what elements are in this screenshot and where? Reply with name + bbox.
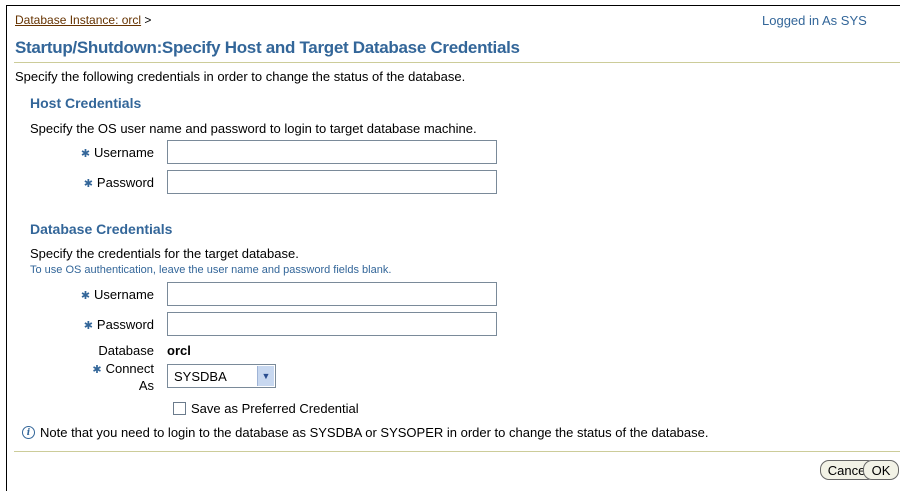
host-password-input[interactable]: [167, 170, 497, 194]
status-change-note: Note that you need to login to the datab…: [40, 425, 709, 440]
breadcrumb-separator: >: [144, 13, 152, 27]
host-password-label: ✱ Password: [83, 175, 154, 190]
host-username-label: ✱ Username: [80, 145, 154, 160]
chevron-down-icon[interactable]: ▼: [257, 366, 274, 386]
os-authentication-tip: To use OS authentication, leave the user…: [30, 264, 392, 276]
required-icon: ✱: [92, 364, 102, 376]
page-title: Startup/Shutdown:Specify Host and Target…: [15, 38, 520, 57]
host-username-input[interactable]: [167, 140, 497, 164]
db-username-input[interactable]: [167, 282, 497, 306]
host-credentials-heading: Host Credentials: [30, 95, 142, 111]
required-icon: ✱: [83, 178, 93, 190]
breadcrumb: Database Instance: orcl >: [15, 13, 151, 27]
info-icon: i: [22, 426, 35, 439]
required-icon: ✱: [80, 148, 91, 160]
required-icon: ✱: [80, 290, 91, 302]
db-password-input[interactable]: [167, 312, 497, 336]
database-value: orcl: [167, 343, 191, 358]
footer-divider: [14, 451, 900, 452]
database-credentials-description: Specify the credentials for the target d…: [30, 246, 299, 261]
host-credentials-description: Specify the OS user name and password to…: [30, 121, 477, 136]
page-intro: Specify the following credentials in ord…: [15, 69, 466, 84]
db-username-label: ✱ Username: [80, 287, 154, 302]
connect-as-selected-value: SYSDBA: [174, 369, 227, 384]
save-preferred-credential-checkbox[interactable]: [173, 402, 186, 415]
connect-as-select[interactable]: SYSDBA ▼: [167, 364, 276, 388]
ok-button[interactable]: OK: [863, 460, 899, 480]
database-credentials-heading: Database Credentials: [30, 221, 173, 237]
connect-as-label: ✱ Connect As: [92, 361, 154, 393]
save-preferred-credential-label[interactable]: Save as Preferred Credential: [191, 401, 359, 416]
required-icon: ✱: [83, 320, 93, 332]
logged-in-status: Logged in As SYS: [762, 13, 867, 28]
title-divider: [14, 62, 900, 63]
breadcrumb-link-database-instance[interactable]: Database Instance: orcl: [15, 13, 141, 27]
db-password-label: ✱ Password: [83, 317, 154, 332]
database-label: Database: [98, 343, 154, 358]
